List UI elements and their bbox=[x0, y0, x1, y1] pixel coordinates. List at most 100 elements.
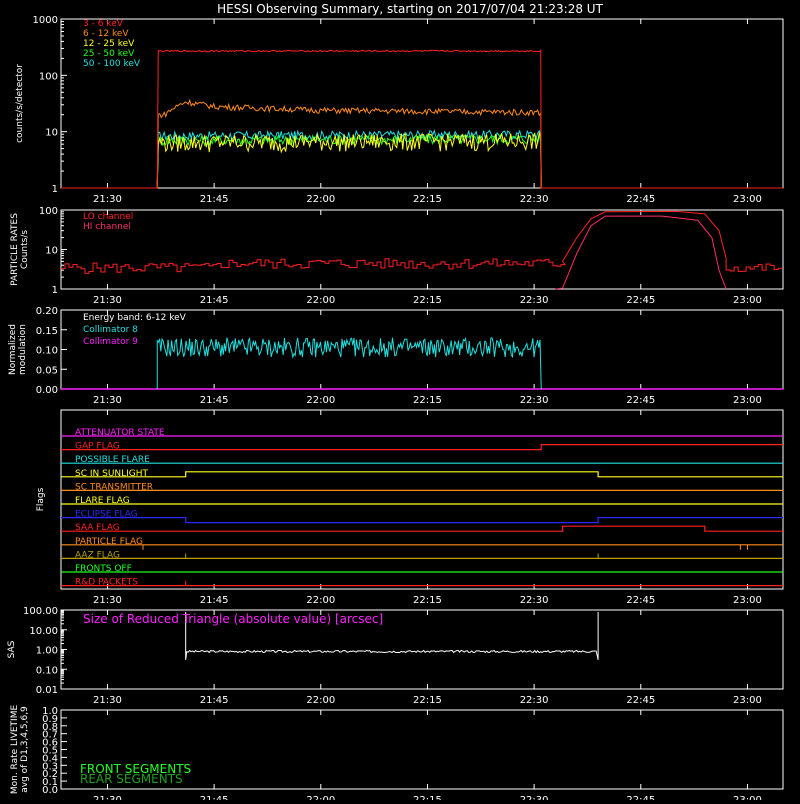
flag-line bbox=[61, 471, 783, 478]
y-tick-label: 1 bbox=[52, 285, 58, 296]
legend-entry: HI channel bbox=[83, 222, 131, 232]
series-line bbox=[61, 49, 783, 189]
series-line bbox=[61, 133, 783, 189]
flag-label: POSSIBLE FLARE bbox=[75, 455, 150, 465]
y-tick-label: 10.00 bbox=[29, 626, 58, 637]
time-tick-label: 22:00 bbox=[306, 595, 335, 606]
flag-label: GAP FLAG bbox=[75, 442, 120, 452]
y-tick-label: 100.00 bbox=[23, 606, 58, 617]
y-tick-label: 0.10 bbox=[36, 665, 58, 676]
legend-entry: 12 - 25 keV bbox=[83, 39, 135, 49]
panel-frame-particle-rates bbox=[60, 209, 784, 290]
annotation: Energy band: 6-12 keV bbox=[83, 313, 187, 323]
y-tick-label: 100 bbox=[39, 71, 58, 82]
series-line bbox=[555, 215, 727, 290]
series-line bbox=[156, 337, 542, 390]
time-tick-label: 21:30 bbox=[93, 395, 122, 406]
annotation: Size of Reduced Triangle (absolute value… bbox=[83, 612, 383, 626]
legend-entry: 25 - 50 keV bbox=[83, 49, 135, 59]
time-tick-label: 21:30 bbox=[93, 194, 122, 205]
series-line bbox=[61, 98, 783, 189]
time-tick-label: 22:15 bbox=[413, 695, 442, 706]
time-tick-label: 21:45 bbox=[200, 595, 229, 606]
time-tick-label: 22:45 bbox=[626, 695, 655, 706]
y-tick-label: 100 bbox=[39, 206, 58, 217]
y-axis-label: SAS bbox=[7, 640, 17, 658]
time-tick-label: 22:30 bbox=[520, 795, 549, 800]
y-tick-label: 0.05 bbox=[36, 365, 58, 376]
flag-line bbox=[61, 516, 783, 524]
time-tick-label: 23:00 bbox=[733, 795, 762, 800]
flag-label: SAA FLAG bbox=[75, 523, 120, 533]
y-tick-label: 1.00 bbox=[36, 646, 58, 657]
time-tick-label: 22:30 bbox=[520, 595, 549, 606]
time-tick-label: 22:00 bbox=[306, 295, 335, 306]
time-tick-label: 22:00 bbox=[306, 395, 335, 406]
time-tick-label: 22:30 bbox=[520, 695, 549, 706]
time-tick-label: 22:15 bbox=[413, 194, 442, 205]
y-tick-label: 1.0 bbox=[42, 706, 58, 717]
flag-label: FLARE FLAG bbox=[75, 496, 130, 506]
flag-label: PARTICLE FLAG bbox=[75, 537, 143, 547]
flag-label: FRONTS OFF bbox=[75, 564, 132, 574]
time-tick-label: 21:30 bbox=[93, 795, 122, 800]
time-tick-label: 22:15 bbox=[413, 795, 442, 800]
y-tick-label: 0.15 bbox=[36, 326, 58, 337]
flag-label: ECLIPSE FLAG bbox=[75, 510, 138, 520]
legend-entry: REAR SEGMENTS bbox=[80, 772, 183, 786]
y-axis-label: Normalizedmodulation bbox=[8, 324, 28, 375]
flag-label: SC TRANSMITTER bbox=[75, 482, 153, 492]
series-line bbox=[61, 210, 783, 274]
time-tick-label: 22:45 bbox=[626, 795, 655, 800]
time-tick-label: 22:45 bbox=[626, 395, 655, 406]
time-tick-label: 21:45 bbox=[200, 695, 229, 706]
time-tick-label: 23:00 bbox=[733, 295, 762, 306]
time-tick-label: 21:45 bbox=[200, 795, 229, 800]
legend-entry: LO channel bbox=[83, 212, 133, 222]
time-tick-label: 23:00 bbox=[733, 395, 762, 406]
y-axis-label: Mon. Rate LIVETIMEavg of D1,3,4,5,6,9 bbox=[10, 705, 30, 795]
time-tick-label: 22:00 bbox=[306, 795, 335, 800]
time-tick-label: 22:00 bbox=[306, 695, 335, 706]
legend-entry: Collimator 9 bbox=[83, 337, 138, 347]
y-axis-label: counts/s/detector bbox=[15, 64, 25, 143]
time-tick-label: 22:30 bbox=[520, 194, 549, 205]
flag-line bbox=[61, 525, 783, 532]
time-tick-label: 21:30 bbox=[93, 595, 122, 606]
y-axis-label: PARTICLE RATESCounts/s bbox=[10, 213, 30, 286]
y-axis-label: Flags bbox=[36, 487, 46, 511]
legend-entry: 6 - 12 keV bbox=[83, 29, 129, 39]
flag-label: R&D PACKETS bbox=[75, 578, 138, 588]
time-tick-label: 22:15 bbox=[413, 595, 442, 606]
time-tick-label: 22:15 bbox=[413, 295, 442, 306]
time-tick-label: 21:45 bbox=[200, 194, 229, 205]
hessi-summary-plot: 21:30 21:45 22:00 22:15 22:30 22:45 23:0011010… bbox=[7, 2, 784, 804]
hessi-summary: 21:30 21:45 22:00 22:15 22:30 22:45 23:00 1 10 10… bbox=[0, 0, 800, 804]
y-tick-label: 10 bbox=[45, 128, 58, 139]
legend-entry: 3 - 6 keV bbox=[83, 19, 124, 29]
legend-entry: 50 - 100 keV bbox=[83, 59, 141, 69]
time-tick-label: 22:00 bbox=[306, 194, 335, 205]
time-tick-label: 22:15 bbox=[413, 395, 442, 406]
flag-line bbox=[61, 444, 783, 451]
y-tick-label: 0.20 bbox=[36, 306, 58, 317]
time-tick-label: 22:45 bbox=[626, 595, 655, 606]
y-tick-label: 0.00 bbox=[36, 385, 58, 396]
panel-frame-count-rates bbox=[60, 18, 784, 189]
time-tick-label: 22:45 bbox=[626, 295, 655, 306]
time-tick-label: 21:30 bbox=[93, 295, 122, 306]
flag-label: AAZ FLAG bbox=[75, 550, 120, 560]
y-tick-label: 0.10 bbox=[36, 346, 58, 357]
time-tick-label: 22:30 bbox=[520, 295, 549, 306]
time-tick-label: 23:00 bbox=[733, 695, 762, 706]
legend-entry: Collimator 8 bbox=[83, 325, 138, 335]
panel-frame-flags bbox=[60, 409, 784, 590]
time-tick-label: 21:45 bbox=[200, 295, 229, 306]
flag-label: ATTENUATOR STATE bbox=[75, 428, 165, 438]
time-tick-label: 21:45 bbox=[200, 395, 229, 406]
time-tick-label: 22:30 bbox=[520, 395, 549, 406]
time-tick-label: 23:00 bbox=[733, 595, 762, 606]
time-tick-label: 21:30 bbox=[93, 695, 122, 706]
y-tick-label: 1 bbox=[52, 184, 58, 195]
chart-title: HESSI Observing Summary, starting on 201… bbox=[217, 2, 603, 16]
